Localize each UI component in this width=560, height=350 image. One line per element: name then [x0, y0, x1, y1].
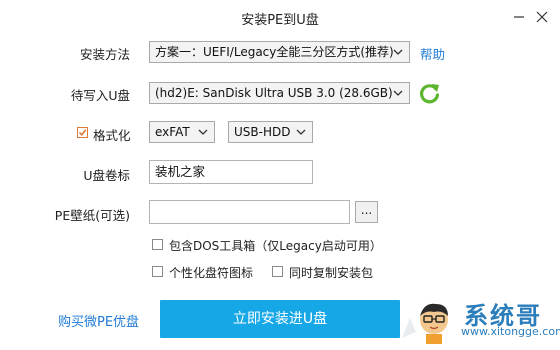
filesystem-select[interactable]: exFAT [149, 121, 215, 143]
target-drive-value: (hd2)E: SanDisk Ultra USB 3.0 (28.6GB) [155, 86, 393, 100]
mascot-icon [402, 303, 448, 344]
target-drive-label: 待写入U盘 [70, 88, 130, 103]
minimize-icon [514, 16, 524, 18]
target-drive-select[interactable]: (hd2)E: SanDisk Ultra USB 3.0 (28.6GB) [149, 82, 410, 104]
chevron-down-icon [296, 129, 306, 135]
minimize-button[interactable] [508, 6, 530, 28]
personalize-icon-label: 个性化盘符图标 [169, 266, 254, 280]
watermark-url: www.xitongge.com [461, 325, 560, 338]
copy-installer-checkbox[interactable] [272, 266, 283, 277]
install-method-label: 安装方法 [79, 47, 130, 62]
personalize-icon-checkbox[interactable] [152, 266, 163, 277]
volume-label-input[interactable]: 装机之家 [149, 160, 313, 184]
format-checkbox[interactable] [77, 127, 88, 138]
help-link[interactable]: 帮助 [420, 44, 445, 63]
volume-label-label: U盘卷标 [83, 168, 130, 183]
browse-button[interactable]: ... [355, 201, 378, 223]
refresh-icon [420, 84, 440, 104]
chevron-down-icon [393, 90, 403, 96]
dos-tools-checkbox[interactable] [152, 239, 163, 250]
install-method-select[interactable]: 方案一：UEFI/Legacy全能三分区方式(推荐) [149, 41, 410, 63]
refresh-button[interactable] [418, 81, 442, 105]
title-bar: 安装PE到U盘 [0, 0, 560, 34]
window-title: 安装PE到U盘 [241, 13, 319, 28]
format-label: 格式化 [93, 128, 131, 143]
checkmark-icon [78, 129, 87, 137]
mascot-logo [398, 298, 458, 346]
boot-mode-value: USB-HDD [234, 125, 291, 139]
boot-mode-select[interactable]: USB-HDD [228, 121, 313, 143]
close-button[interactable] [531, 6, 553, 28]
wallpaper-input[interactable] [149, 200, 350, 224]
wallpaper-label: PE壁纸(可选) [54, 208, 130, 223]
chevron-down-icon [198, 129, 208, 135]
copy-installer-label: 同时复制安装包 [289, 266, 374, 280]
dos-tools-label: 包含DOS工具箱（仅Legacy启动可用） [169, 239, 382, 253]
install-button[interactable]: 立即安装进U盘 [160, 300, 400, 338]
chevron-down-icon [393, 49, 403, 55]
install-method-value: 方案一：UEFI/Legacy全能三分区方式(推荐) [155, 45, 394, 59]
filesystem-value: exFAT [155, 125, 190, 139]
buy-usb-link[interactable]: 购买微PE优盘 [58, 311, 139, 330]
close-icon [536, 11, 548, 23]
